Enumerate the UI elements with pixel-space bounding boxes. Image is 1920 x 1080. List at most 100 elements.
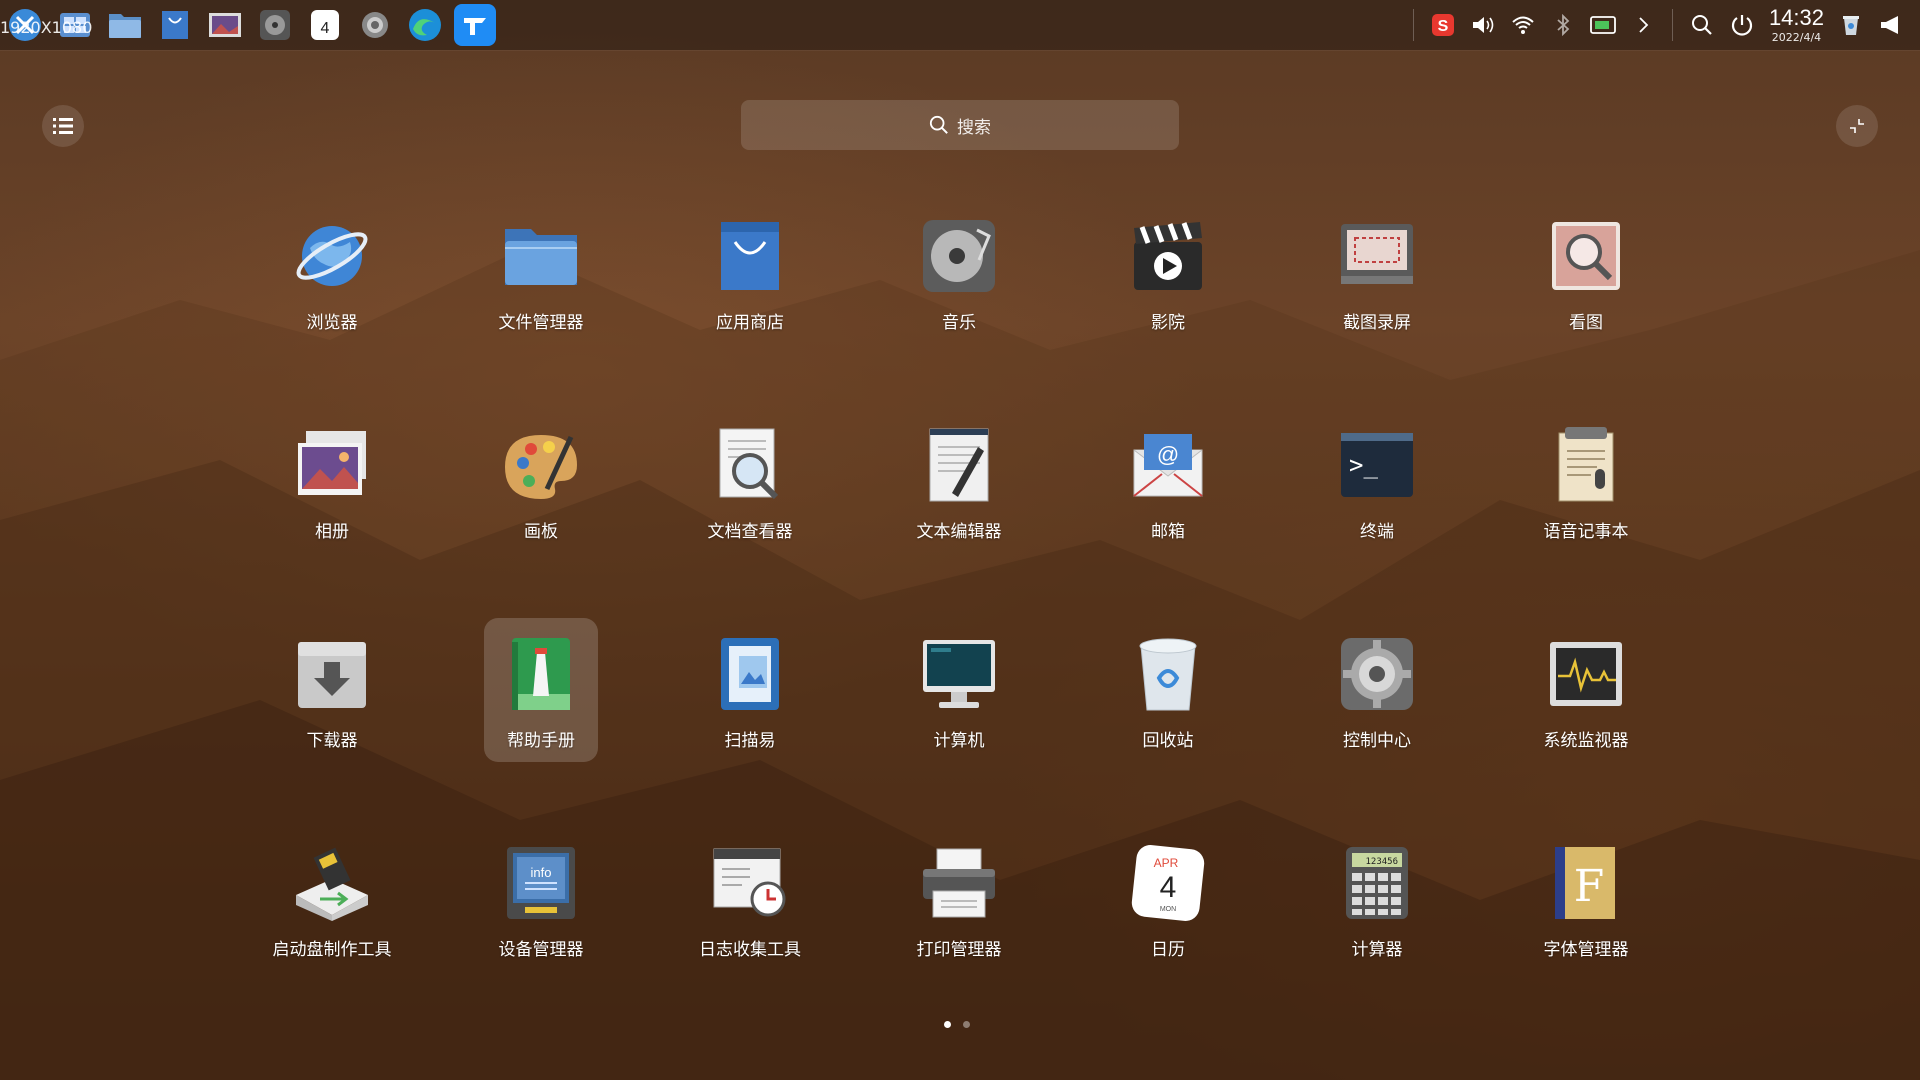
app-tile[interactable]: 回收站 [1111, 618, 1225, 762]
page-dot[interactable] [944, 1021, 951, 1028]
clapperboard-icon [1126, 214, 1210, 298]
settings-icon[interactable] [354, 4, 396, 46]
log-collector-icon [708, 841, 792, 925]
app-label: 看图 [1569, 313, 1603, 333]
trash-tray-icon[interactable] [1838, 12, 1864, 38]
app-label: 日志收集工具 [699, 940, 801, 960]
boot-maker-icon [290, 841, 374, 925]
bluetooth-icon[interactable] [1550, 12, 1576, 38]
edge-browser-icon[interactable] [404, 4, 446, 46]
tray-separator [1671, 9, 1673, 41]
app-tile[interactable]: F 字体管理器 [1529, 827, 1643, 971]
document-viewer-icon [708, 423, 792, 507]
app-label: 文本编辑器 [916, 522, 1002, 542]
app-tile[interactable]: 看图 [1529, 200, 1643, 344]
app-label: 浏览器 [306, 313, 358, 333]
notification-icon[interactable] [1878, 12, 1904, 38]
app-tile[interactable]: 文件管理器 [484, 200, 598, 344]
display-icon[interactable] [1590, 12, 1616, 38]
app-tile[interactable]: @ 邮箱 [1111, 409, 1225, 553]
app-tile[interactable]: info 设备管理器 [484, 827, 598, 971]
clock-date: 2022/4/4 [1771, 31, 1822, 44]
trash-icon [1126, 632, 1210, 716]
exit-fullscreen-button[interactable] [1836, 105, 1878, 147]
search-input[interactable]: 搜索 [741, 100, 1179, 150]
sogou-input-icon[interactable]: S [1430, 12, 1456, 38]
category-view-button[interactable] [42, 105, 84, 147]
app-label: 计算器 [1351, 940, 1403, 960]
downloader-icon [290, 632, 374, 716]
app-label: 控制中心 [1343, 731, 1411, 751]
app-tile[interactable]: 语音记事本 [1529, 409, 1643, 553]
wifi-icon[interactable] [1510, 12, 1536, 38]
app-tile[interactable]: 计算机 [902, 618, 1016, 762]
search-icon[interactable] [1689, 12, 1715, 38]
taskbar: 4 1920X1080 S 14:32 2022/4/4 [0, 0, 1920, 50]
browser-icon [290, 214, 374, 298]
app-tile[interactable]: 应用商店 [693, 200, 807, 344]
page-dot[interactable] [963, 1021, 970, 1028]
app-tile[interactable]: APR 4 MON 日历 [1111, 827, 1225, 971]
calculator-icon: 123456 [1335, 841, 1419, 925]
app-store-icon[interactable] [154, 4, 196, 46]
control-center-icon [1335, 632, 1419, 716]
power-icon[interactable] [1729, 12, 1755, 38]
app-label: 设备管理器 [498, 940, 584, 960]
app-label: 日历 [1151, 940, 1185, 960]
app-tile[interactable]: >_ 终端 [1320, 409, 1434, 553]
todesk-icon[interactable] [454, 4, 496, 46]
app-tile[interactable]: 系统监视器 [1529, 618, 1643, 762]
app-label: 文件管理器 [498, 313, 584, 333]
app-tile[interactable]: 帮助手册 [484, 618, 598, 762]
app-label: 音乐 [942, 313, 976, 333]
app-label: 终端 [1360, 522, 1394, 542]
app-label: 应用商店 [716, 313, 784, 333]
app-tile[interactable]: 画板 [484, 409, 598, 553]
app-label: 启动盘制作工具 [272, 940, 392, 960]
clock[interactable]: 14:32 2022/4/4 [1769, 7, 1824, 44]
app-label: 文档查看器 [707, 522, 793, 542]
app-label: 相册 [315, 522, 349, 542]
volume-icon[interactable] [1470, 12, 1496, 38]
app-tile[interactable]: 文本编辑器 [902, 409, 1016, 553]
file-manager-icon[interactable] [104, 4, 146, 46]
music-icon[interactable] [254, 4, 296, 46]
app-tile[interactable]: 扫描易 [693, 618, 807, 762]
app-tile[interactable]: 音乐 [902, 200, 1016, 344]
shrink-icon [1850, 119, 1864, 133]
calculator-display-text: 123456 [1365, 857, 1398, 867]
app-tile[interactable]: 打印管理器 [902, 827, 1016, 971]
calendar-month-text: APR [1154, 856, 1179, 870]
resolution-label: 1920X1080 [0, 18, 93, 37]
app-label: 帮助手册 [507, 731, 575, 751]
shopping-bag-icon [708, 214, 792, 298]
app-tile[interactable]: 相册 [275, 409, 389, 553]
terminal-prompt-text: >_ [1349, 451, 1378, 479]
font-manager-icon: F [1544, 841, 1628, 925]
app-tile[interactable]: 123456 计算器 [1320, 827, 1434, 971]
app-tile[interactable]: 启动盘制作工具 [272, 827, 392, 971]
mail-at-text: @ [1157, 442, 1179, 467]
computer-icon [917, 632, 1001, 716]
photo-album-icon[interactable] [204, 4, 246, 46]
photo-album-icon [290, 423, 374, 507]
app-tile[interactable]: 日志收集工具 [693, 827, 807, 971]
device-info-text: info [531, 865, 552, 880]
app-tile[interactable]: 影院 [1111, 200, 1225, 344]
expand-arrow-icon[interactable] [1630, 12, 1656, 38]
printer-icon [917, 841, 1001, 925]
music-disc-icon [917, 214, 1001, 298]
voice-notes-icon [1544, 423, 1628, 507]
app-tile[interactable]: 文档查看器 [693, 409, 807, 553]
text-editor-icon [917, 423, 1001, 507]
app-tile[interactable]: 控制中心 [1320, 618, 1434, 762]
help-manual-icon [499, 632, 583, 716]
folder-icon [499, 214, 583, 298]
app-tile[interactable]: 下载器 [275, 618, 389, 762]
search-icon [929, 115, 948, 134]
app-tile[interactable]: 截图录屏 [1320, 200, 1434, 344]
app-tile[interactable]: 浏览器 [275, 200, 389, 344]
app-label: 截图录屏 [1343, 313, 1411, 333]
calendar-icon: APR 4 MON [1126, 841, 1210, 925]
calendar-icon[interactable]: 4 [304, 4, 346, 46]
